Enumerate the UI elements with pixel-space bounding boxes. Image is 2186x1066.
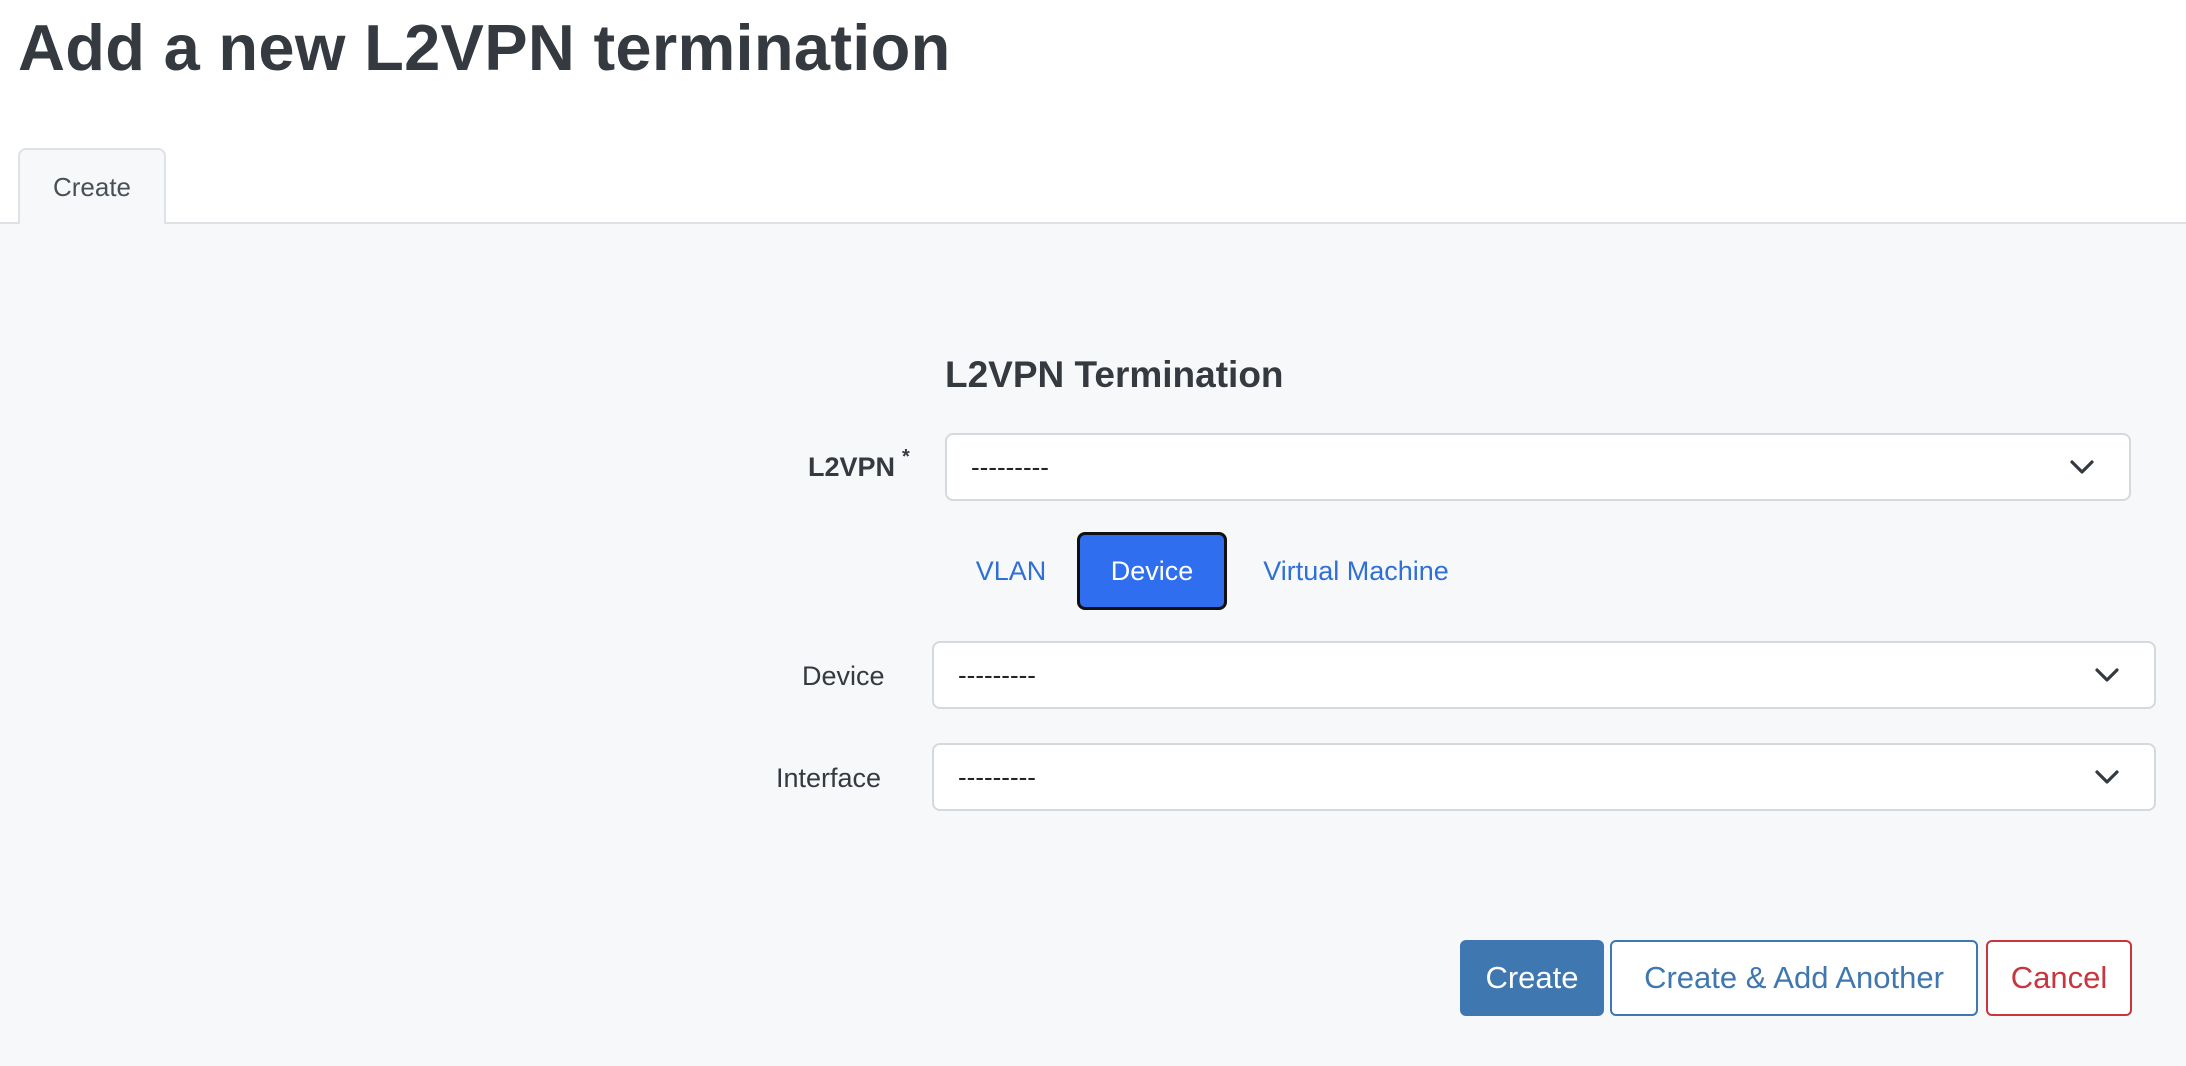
tab-vlan[interactable]: VLAN [945, 532, 1077, 610]
chevron-down-icon [2070, 460, 2094, 474]
section-title: L2VPN Termination [945, 354, 1284, 395]
l2vpn-select-value: --------- [971, 451, 1049, 482]
device-select-value: --------- [958, 659, 1036, 690]
tab-bar: Create [0, 148, 2186, 224]
tab-device[interactable]: Device [1077, 532, 1227, 610]
device-select[interactable]: --------- [932, 641, 2156, 709]
tab-virtual-machine[interactable]: Virtual Machine [1245, 532, 1467, 610]
device-label: Device [802, 661, 885, 691]
form-content: L2VPN Termination L2VPN * --------- VLAN… [0, 224, 2186, 1066]
l2vpn-select[interactable]: --------- [945, 433, 2131, 501]
chevron-down-icon [2095, 770, 2119, 784]
required-marker: * [902, 446, 910, 468]
interface-select[interactable]: --------- [932, 743, 2156, 811]
create-button[interactable]: Create [1460, 940, 1604, 1016]
tab-create[interactable]: Create [18, 148, 166, 224]
page-title: Add a new L2VPN termination [18, 11, 951, 84]
interface-label: Interface [776, 763, 882, 793]
create-add-another-button[interactable]: Create & Add Another [1610, 940, 1978, 1016]
cancel-button[interactable]: Cancel [1986, 940, 2132, 1016]
chevron-down-icon [2095, 668, 2119, 682]
interface-select-value: --------- [958, 761, 1036, 792]
l2vpn-label: L2VPN [808, 452, 896, 482]
